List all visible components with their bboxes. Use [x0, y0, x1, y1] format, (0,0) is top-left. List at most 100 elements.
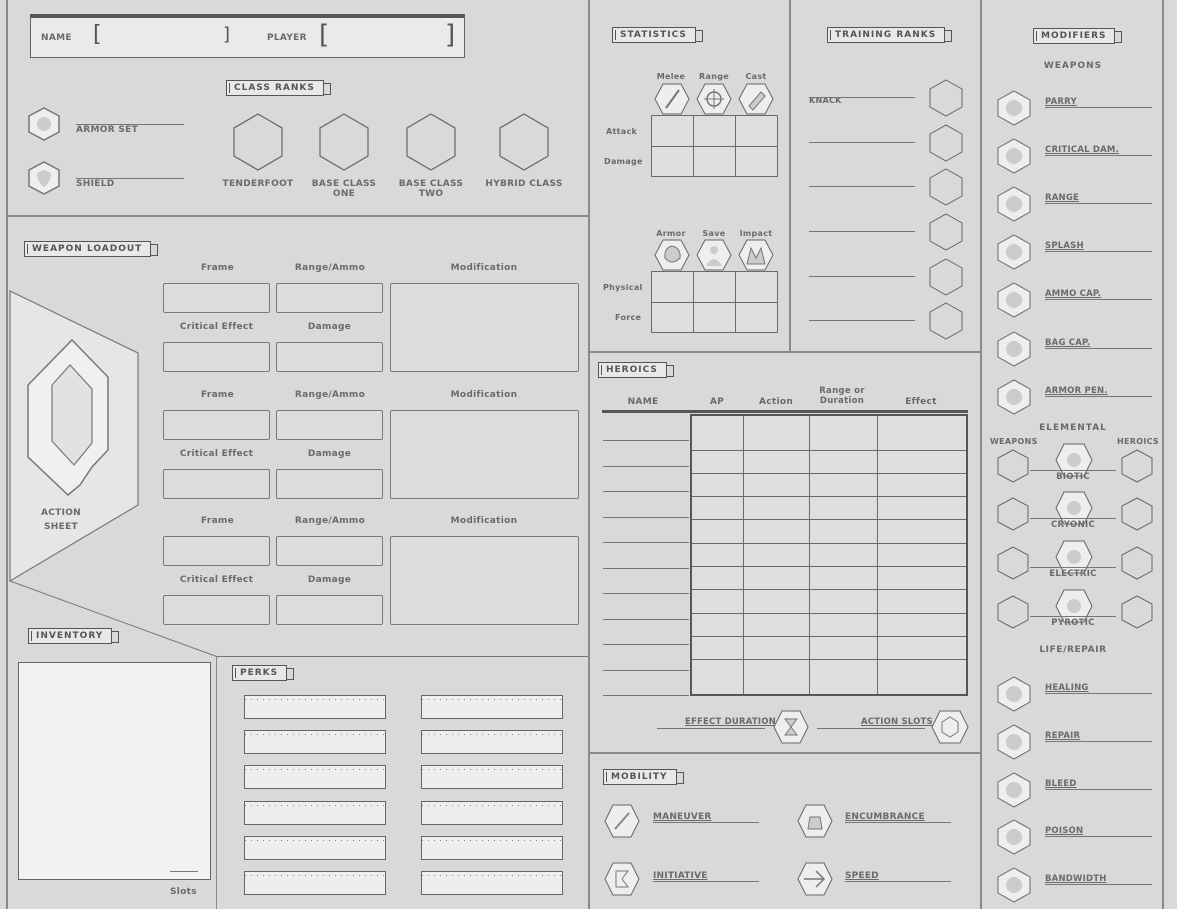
heroic-name-line[interactable] [603, 695, 689, 696]
damage-field[interactable] [276, 595, 383, 625]
heroic-cell[interactable] [808, 449, 878, 474]
heroic-cell[interactable] [690, 612, 744, 638]
heroic-cell[interactable] [876, 566, 968, 591]
heroic-cell[interactable] [742, 566, 810, 591]
heroic-name-line[interactable] [603, 669, 689, 671]
range-ammo-field[interactable] [276, 283, 383, 313]
critical-effect-field[interactable] [163, 469, 270, 499]
bleed-line[interactable] [1045, 789, 1152, 790]
inventory-area[interactable] [18, 662, 211, 880]
perk-slot[interactable] [421, 836, 563, 860]
heroic-cell[interactable] [876, 496, 968, 521]
heroic-cell[interactable] [690, 496, 744, 521]
action-slots-line[interactable] [817, 728, 925, 729]
heroic-name-line[interactable] [603, 567, 689, 569]
heroic-cell[interactable] [808, 659, 878, 696]
heroic-cell[interactable] [808, 414, 878, 451]
stat-cell[interactable] [693, 115, 736, 147]
heroic-cell[interactable] [690, 659, 744, 696]
heroic-cell[interactable] [690, 472, 744, 498]
armor-set-line[interactable] [76, 124, 184, 125]
heroic-cell[interactable] [690, 542, 744, 568]
stat-cell[interactable] [651, 145, 694, 177]
heroic-cell[interactable] [876, 659, 968, 696]
heroic-cell[interactable] [808, 636, 878, 661]
heroic-cell[interactable] [876, 589, 968, 614]
perk-slot[interactable] [421, 871, 563, 895]
stat-cell[interactable] [735, 271, 778, 303]
modification-field[interactable] [390, 410, 579, 499]
player-input[interactable] [333, 26, 443, 46]
electric-heroic-hex[interactable] [1120, 545, 1154, 581]
stat-cell[interactable] [735, 145, 778, 177]
training-line[interactable] [809, 231, 915, 232]
slots-line[interactable] [170, 871, 198, 872]
heroic-cell[interactable] [742, 449, 810, 474]
biotic-line[interactable] [1030, 470, 1116, 471]
training-hex[interactable] [928, 301, 964, 341]
heroic-cell[interactable] [742, 496, 810, 521]
armor-pen-line[interactable] [1045, 396, 1152, 397]
perk-slot[interactable] [421, 801, 563, 825]
heroic-cell[interactable] [690, 414, 744, 451]
damage-field[interactable] [276, 469, 383, 499]
training-line[interactable] [809, 186, 915, 187]
poison-line[interactable] [1045, 836, 1152, 837]
damage-field[interactable] [276, 342, 383, 372]
heroic-cell[interactable] [808, 566, 878, 591]
heroic-cell[interactable] [876, 636, 968, 661]
bag-cap-line[interactable] [1045, 348, 1152, 349]
heroic-cell[interactable] [690, 589, 744, 614]
perk-slot[interactable] [244, 730, 386, 754]
biotic-weapon-hex[interactable] [996, 448, 1030, 484]
heroic-cell[interactable] [742, 659, 810, 696]
stat-cell[interactable] [651, 115, 694, 147]
perk-slot[interactable] [421, 765, 563, 789]
speed-line[interactable] [845, 881, 951, 882]
critical-effect-field[interactable] [163, 595, 270, 625]
heroic-cell[interactable] [742, 519, 810, 544]
training-hex[interactable] [928, 123, 964, 163]
bandwidth-line[interactable] [1045, 884, 1152, 885]
healing-line[interactable] [1045, 693, 1152, 694]
perk-slot[interactable] [244, 871, 386, 895]
heroic-name-line[interactable] [603, 440, 689, 441]
heroic-cell[interactable] [742, 589, 810, 614]
heroic-name-line[interactable] [603, 542, 689, 543]
heroic-name-line[interactable] [603, 465, 689, 467]
heroic-cell[interactable] [808, 496, 878, 521]
heroic-cell[interactable] [742, 636, 810, 661]
frame-field[interactable] [163, 283, 270, 313]
heroic-cell[interactable] [876, 414, 968, 451]
range-ammo-field[interactable] [276, 410, 383, 440]
heroic-cell[interactable] [808, 472, 878, 498]
pyrotic-weapon-hex[interactable] [996, 594, 1030, 630]
perk-slot[interactable] [244, 765, 386, 789]
heroic-cell[interactable] [742, 414, 810, 451]
electric-weapon-hex[interactable] [996, 545, 1030, 581]
heroic-name-line[interactable] [603, 491, 689, 492]
training-line[interactable] [809, 97, 915, 98]
initiative-line[interactable] [653, 881, 759, 882]
heroic-name-line[interactable] [603, 644, 689, 645]
heroic-cell[interactable] [742, 612, 810, 638]
training-line[interactable] [809, 276, 915, 277]
shield-line[interactable] [76, 178, 184, 179]
training-hex[interactable] [928, 212, 964, 252]
parry-line[interactable] [1045, 107, 1152, 108]
heroic-cell[interactable] [876, 542, 968, 568]
stat-cell[interactable] [693, 301, 736, 333]
pyrotic-heroic-hex[interactable] [1120, 594, 1154, 630]
biotic-heroic-hex[interactable] [1120, 448, 1154, 484]
heroic-name-line[interactable] [603, 593, 689, 594]
heroic-cell[interactable] [742, 542, 810, 568]
heroic-name-line[interactable] [603, 618, 689, 620]
heroic-cell[interactable] [690, 449, 744, 474]
heroic-cell[interactable] [808, 519, 878, 544]
training-hex[interactable] [928, 78, 964, 118]
critical-dam-line[interactable] [1045, 155, 1152, 156]
heroic-cell[interactable] [808, 589, 878, 614]
heroic-cell[interactable] [876, 472, 968, 498]
heroic-cell[interactable] [876, 519, 968, 544]
heroic-cell[interactable] [808, 612, 878, 638]
